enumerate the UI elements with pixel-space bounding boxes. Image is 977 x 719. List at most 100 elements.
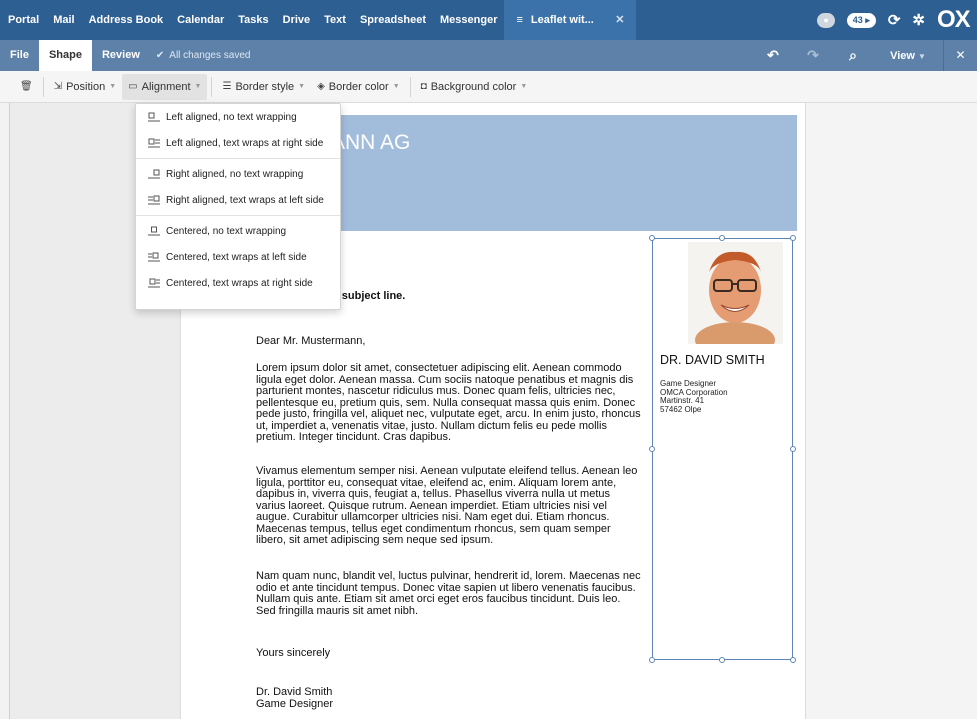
menu-item-center-wrap-right[interactable]: Centered, text wraps at right side	[136, 270, 340, 296]
portrait-image	[688, 242, 783, 344]
notification-badge[interactable]: 43 ▸	[846, 12, 876, 28]
menu-item-right-wrap-left[interactable]: Right aligned, text wraps at left side	[136, 187, 340, 213]
border-style-icon: ☰	[222, 81, 232, 92]
resize-handle-bottom-left[interactable]	[649, 657, 655, 663]
view-menu-button[interactable]: View ▼	[873, 50, 943, 62]
ox-logo: OX	[937, 6, 971, 33]
search-icon[interactable]: ⌕	[833, 47, 873, 64]
fill-color-icon: ◘	[420, 81, 427, 92]
menu-item-label: Right aligned, text wraps at left side	[166, 194, 324, 206]
align-right-nowrap-icon	[148, 169, 160, 179]
chevron-down-icon: ▼	[392, 83, 400, 90]
signature-title[interactable]: Game Designer	[256, 698, 642, 711]
chevron-down-icon: ▼	[109, 83, 117, 90]
background-color-button[interactable]: ◘ Background color ▼	[415, 74, 534, 100]
checkmark-icon: ✔	[155, 50, 165, 61]
border-style-label: Border style	[235, 80, 295, 93]
app-toolbar-tabs: File Shape Review ✔ All changes saved ↶ …	[0, 40, 977, 71]
save-status-label: All changes saved	[169, 50, 251, 61]
position-icon: ⇲	[53, 81, 63, 92]
tab-file[interactable]: File	[0, 40, 39, 71]
nav-tasks[interactable]: Tasks	[231, 0, 275, 40]
paragraph-2[interactable]: Vivamus elementum semper nisi. Aenean vu…	[256, 465, 642, 547]
salutation[interactable]: Dear Mr. Mustermann,	[256, 335, 642, 348]
right-margin	[806, 103, 977, 719]
menu-item-center-wrap-left[interactable]: Centered, text wraps at left side	[136, 244, 340, 270]
shape-city: 57462 Olpe	[660, 404, 702, 414]
toolbar-separator	[409, 76, 411, 97]
nav-address-book[interactable]: Address Book	[82, 0, 171, 40]
alignment-label: Alignment	[141, 80, 191, 93]
redo-icon[interactable]: ↷	[793, 47, 833, 64]
toolbar-separator	[211, 76, 213, 97]
menu-item-label: Left aligned, no text wrapping	[166, 111, 297, 123]
menu-separator	[136, 158, 340, 159]
signature-name[interactable]: Dr. David Smith	[256, 686, 642, 699]
format-toolbar: 🗑 ⇲ Position ▼ ▭ Alignment ▼ ☰ Border st…	[0, 71, 977, 103]
align-left-wrap-icon	[148, 138, 160, 148]
align-center-wrap-left-icon	[148, 252, 160, 262]
portrait-photo[interactable]	[688, 242, 783, 344]
nav-text[interactable]: Text	[317, 0, 353, 40]
border-color-icon: ◈	[317, 81, 325, 92]
alignment-dropdown-menu: Left aligned, no text wrapping Left alig…	[135, 103, 341, 310]
top-navigation: Portal Mail Address Book Calendar Tasks …	[0, 0, 977, 40]
nav-portal[interactable]: Portal	[0, 0, 46, 40]
menu-item-label: Centered, text wraps at right side	[166, 277, 313, 289]
alignment-button[interactable]: ▭ Alignment ▼	[122, 73, 208, 100]
border-color-button[interactable]: ◈ Border color ▼	[311, 74, 406, 100]
border-style-button[interactable]: ☰ Border style ▼	[216, 74, 311, 100]
position-label: Position	[66, 80, 106, 93]
tab-shape[interactable]: Shape	[38, 40, 92, 71]
tab-review[interactable]: Review	[92, 40, 150, 71]
chevron-down-icon: ▼	[298, 83, 306, 90]
menu-item-label: Right aligned, no text wrapping	[166, 168, 304, 180]
resize-handle-bottom-right[interactable]	[790, 657, 796, 663]
gear-icon[interactable]: ✲	[912, 11, 925, 29]
menu-item-center-no-wrap[interactable]: Centered, no text wrapping	[136, 218, 340, 244]
resize-handle-top-left[interactable]	[649, 235, 655, 241]
resize-handle-bottom[interactable]	[719, 657, 725, 663]
resize-handle-top-right[interactable]	[790, 235, 796, 241]
resize-handle-right[interactable]	[790, 446, 796, 452]
menu-item-left-wrap-right[interactable]: Left aligned, text wraps at right side	[136, 130, 340, 156]
resize-handle-top[interactable]	[719, 235, 725, 241]
align-center-nowrap-icon	[148, 226, 160, 236]
alignment-icon: ▭	[128, 81, 138, 92]
document-tab[interactable]: ≡ Leaflet wit... ✕	[504, 0, 637, 40]
shape-person-name[interactable]: DR. DAVID SMITH	[660, 353, 765, 367]
nav-messenger[interactable]: Messenger	[433, 0, 504, 40]
chevron-down-icon: ▼	[520, 83, 528, 90]
menu-item-label: Centered, no text wrapping	[166, 225, 287, 237]
align-center-wrap-right-icon	[148, 278, 160, 288]
paragraph-3[interactable]: Nam quam nunc, blandit vel, luctus pulvi…	[256, 570, 642, 617]
position-button[interactable]: ⇲ Position ▼	[48, 74, 122, 100]
close-document-icon[interactable]: ✕	[943, 40, 977, 71]
nav-mail[interactable]: Mail	[46, 0, 81, 40]
nav-calendar[interactable]: Calendar	[170, 0, 231, 40]
undo-icon[interactable]: ↶	[753, 47, 793, 64]
menu-item-right-no-wrap[interactable]: Right aligned, no text wrapping	[136, 161, 340, 187]
nav-drive[interactable]: Drive	[276, 0, 318, 40]
delete-button[interactable]: 🗑	[0, 74, 39, 100]
closing[interactable]: Yours sincerely	[256, 647, 642, 660]
document-tab-label: Leaflet wit...	[530, 14, 594, 26]
resize-handle-left[interactable]	[649, 446, 655, 452]
align-left-nowrap-icon	[148, 112, 160, 122]
background-color-label: Background color	[430, 80, 517, 93]
nav-spreadsheet[interactable]: Spreadsheet	[353, 0, 433, 40]
shape-contact-info[interactable]: Game Designer OMCA Corporation Martinstr…	[660, 379, 728, 414]
paragraph-1[interactable]: Lorem ipsum dolor sit amet, consectetuer…	[256, 362, 642, 444]
user-status-icon[interactable]: ●	[817, 12, 835, 28]
refresh-icon[interactable]: ⟳	[888, 11, 901, 29]
menu-separator	[136, 215, 340, 216]
left-gutter	[0, 103, 10, 719]
close-tab-icon[interactable]: ✕	[615, 0, 624, 40]
align-right-wrap-icon	[148, 195, 160, 205]
save-status: ✔ All changes saved	[156, 50, 251, 61]
secbar-right-group: ↶ ↷ ⌕ View ▼ ✕	[753, 40, 977, 71]
border-color-label: Border color	[328, 80, 389, 93]
company-name: ANN AG	[331, 131, 411, 154]
selected-shape-textbox[interactable]: DR. DAVID SMITH Game Designer OMCA Corpo…	[649, 235, 796, 663]
menu-item-left-no-wrap[interactable]: Left aligned, no text wrapping	[136, 104, 340, 130]
